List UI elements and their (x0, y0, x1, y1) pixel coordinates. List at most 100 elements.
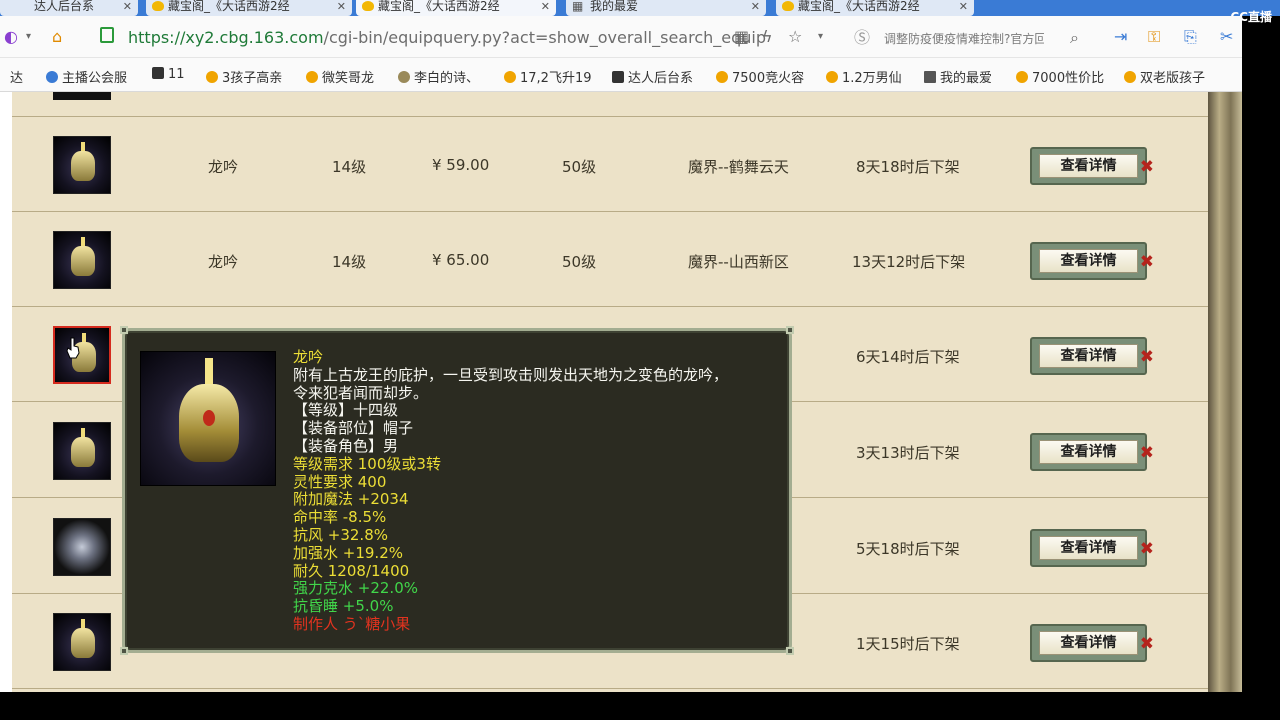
item-time-left: 3天13时后下架 (856, 444, 960, 462)
bookmark-label: 1.2万男仙 (842, 71, 902, 86)
button-label: 查看详情 (1039, 631, 1138, 655)
table-row: 龙吟 14级 ¥ 65.00 50级 魔界--山西新区 13天12时后下架 查看… (12, 212, 1208, 307)
bookmark-item[interactable]: 17,2飞升19 (504, 67, 592, 86)
bookmark-label: 李白的诗、 (414, 71, 480, 86)
close-icon[interactable]: ✕ (751, 1, 760, 13)
button-label: 查看详情 (1039, 344, 1138, 368)
search-box[interactable]: Ⓢ 调整防疫便疫情难控制?官方回 ⌕ (848, 24, 1094, 52)
item-thumbnail-partial (53, 92, 111, 100)
button-label: 查看详情 (1039, 536, 1138, 560)
chevron-down-icon[interactable]: ▾ (818, 27, 823, 47)
view-details-button[interactable]: 查看详情 ✖ (1030, 147, 1154, 185)
screen: 达人后台系 ✕ 藏宝阁_《大话西游2经 ✕ 藏宝阁_《大话西游2经 ✕ ▦ 我的最… (0, 0, 1280, 720)
home-icon[interactable]: ⌂ (52, 27, 62, 47)
item-bonus-stat: 强力克水 +22.0% (293, 579, 418, 598)
view-details-button[interactable]: 查看详情 ✖ (1030, 529, 1154, 567)
bookmark-item[interactable]: 双老版孩子 (1124, 67, 1205, 86)
close-icon[interactable]: ✕ (541, 1, 550, 13)
login-icon[interactable]: ⇥ (1114, 27, 1127, 47)
tab-4[interactable]: ▦ 我的最爱 ✕ (566, 0, 766, 16)
bookmark-item[interactable]: 11 (152, 67, 185, 82)
bookmark-item[interactable]: 达 (10, 67, 23, 86)
tab-3[interactable]: 藏宝阁_《大话西游2经 ✕ (356, 0, 556, 16)
key-icon[interactable]: ⚿ (1148, 27, 1160, 47)
close-icon: ✖ (1139, 252, 1154, 272)
bookmark-icon (826, 71, 838, 83)
view-details-button[interactable]: 查看详情 ✖ (1030, 433, 1154, 471)
item-thumbnail[interactable] (53, 518, 111, 576)
item-level: 14级 (332, 253, 367, 271)
search-icon[interactable]: ⌕ (1070, 28, 1079, 48)
bookmark-label: 3孩子高亲 (222, 71, 283, 86)
tab-label: 藏宝阁_《大话西游2经 (798, 0, 920, 13)
lock-icon (100, 27, 114, 43)
bookmark-icon (504, 71, 516, 83)
bookmark-icon (1016, 71, 1028, 83)
bookmark-label: 微笑哥龙 (322, 71, 375, 86)
bookmark-label: 达人后台系 (628, 71, 694, 86)
favicon-icon (362, 1, 374, 11)
tab-strip: 达人后台系 ✕ 藏宝阁_《大话西游2经 ✕ 藏宝阁_《大话西游2经 ✕ ▦ 我的最… (0, 0, 1280, 16)
bookmark-item[interactable]: 7000性价比 (1016, 67, 1104, 86)
url-text[interactable]: https://xy2.cbg.163.com/cgi-bin/equipque… (128, 28, 766, 47)
browser-menu-icon[interactable]: ◐ (4, 27, 18, 47)
item-stat: 加强水 +19.2% (293, 543, 403, 562)
bookmark-item[interactable]: 1.2万男仙 (826, 67, 902, 86)
item-req-level: 50级 (562, 253, 597, 271)
tooltip-corner (120, 647, 128, 655)
tab-2[interactable]: 藏宝阁_《大话西游2经 ✕ (146, 0, 352, 16)
view-details-button[interactable]: 查看详情 ✖ (1030, 337, 1154, 375)
screen-border (1242, 92, 1280, 692)
tooltip-corner (786, 326, 794, 334)
star-icon[interactable]: ☆ (788, 27, 802, 47)
browser-toolbar: ◐ ▾ ⌂ https://xy2.cbg.163.com/cgi-bin/eq… (0, 16, 1242, 58)
tab-5[interactable]: 藏宝阁_《大话西游2经 ✕ (776, 0, 974, 16)
bookmark-label: 7000性价比 (1032, 71, 1105, 86)
bookmark-icon (152, 67, 164, 79)
close-icon[interactable]: ✕ (959, 1, 968, 13)
bookmark-icon (924, 71, 936, 83)
chevron-down-icon[interactable]: ▾ (26, 27, 31, 47)
bookmark-icon (306, 71, 318, 83)
search-input[interactable]: 调整防疫便疫情难控制?官方回 (884, 30, 1044, 47)
bookmark-item[interactable]: 3孩子高亲 (206, 67, 282, 86)
item-thumbnail[interactable] (53, 613, 111, 671)
tab-1[interactable]: 达人后台系 ✕ (0, 0, 138, 16)
bookmark-item[interactable]: 主播公会服 (46, 67, 127, 86)
bookmark-item[interactable]: 微笑哥龙 (306, 67, 374, 86)
hand-cursor-icon (66, 337, 80, 359)
close-icon[interactable]: ✕ (337, 1, 346, 13)
item-thumbnail-selected[interactable] (53, 326, 111, 384)
item-thumbnail[interactable] (53, 231, 111, 289)
tab-label: 我的最爱 (590, 0, 639, 13)
page-right-frame (1208, 92, 1242, 692)
bookmark-label: 我的最爱 (940, 71, 993, 86)
bookmark-item[interactable]: 达人后台系 (612, 67, 693, 86)
button-label: 查看详情 (1039, 154, 1138, 178)
view-details-button[interactable]: 查看详情 ✖ (1030, 242, 1154, 280)
bookmark-icon (1124, 71, 1136, 83)
item-name: 龙吟 (208, 158, 239, 176)
item-thumbnail[interactable] (53, 422, 111, 480)
qr-icon[interactable]: ▦ (734, 27, 749, 47)
lightning-icon[interactable]: ϟ (762, 27, 773, 47)
item-thumbnail[interactable] (53, 136, 111, 194)
button-label: 查看详情 (1039, 440, 1138, 464)
bookmark-item[interactable]: 我的最爱 (924, 67, 992, 86)
translate-icon[interactable]: ⎘ (1184, 27, 1197, 47)
address-bar[interactable]: https://xy2.cbg.163.com/cgi-bin/equipque… (92, 24, 840, 52)
item-stat: 命中率 -8.5% (293, 508, 387, 527)
view-details-button[interactable]: 查看详情 ✖ (1030, 624, 1154, 662)
bookmark-item[interactable]: 李白的诗、 (398, 67, 479, 86)
close-icon[interactable]: ✕ (123, 1, 132, 13)
tab-label: 藏宝阁_《大话西游2经 (168, 0, 290, 13)
bookmark-icon (206, 71, 218, 83)
item-slot: 【装备部位】帽子 (293, 419, 414, 438)
bookmark-item[interactable]: 7500竞火容 (716, 67, 804, 86)
url-path: /cgi-bin/equipquery.py?act=show_overall_… (323, 28, 766, 47)
item-spirit-req: 灵性要求 400 (293, 472, 387, 491)
tooltip-corner (786, 647, 794, 655)
screen-border (0, 692, 1280, 720)
scissors-icon[interactable]: ✂ (1220, 27, 1233, 47)
item-image (140, 351, 276, 486)
